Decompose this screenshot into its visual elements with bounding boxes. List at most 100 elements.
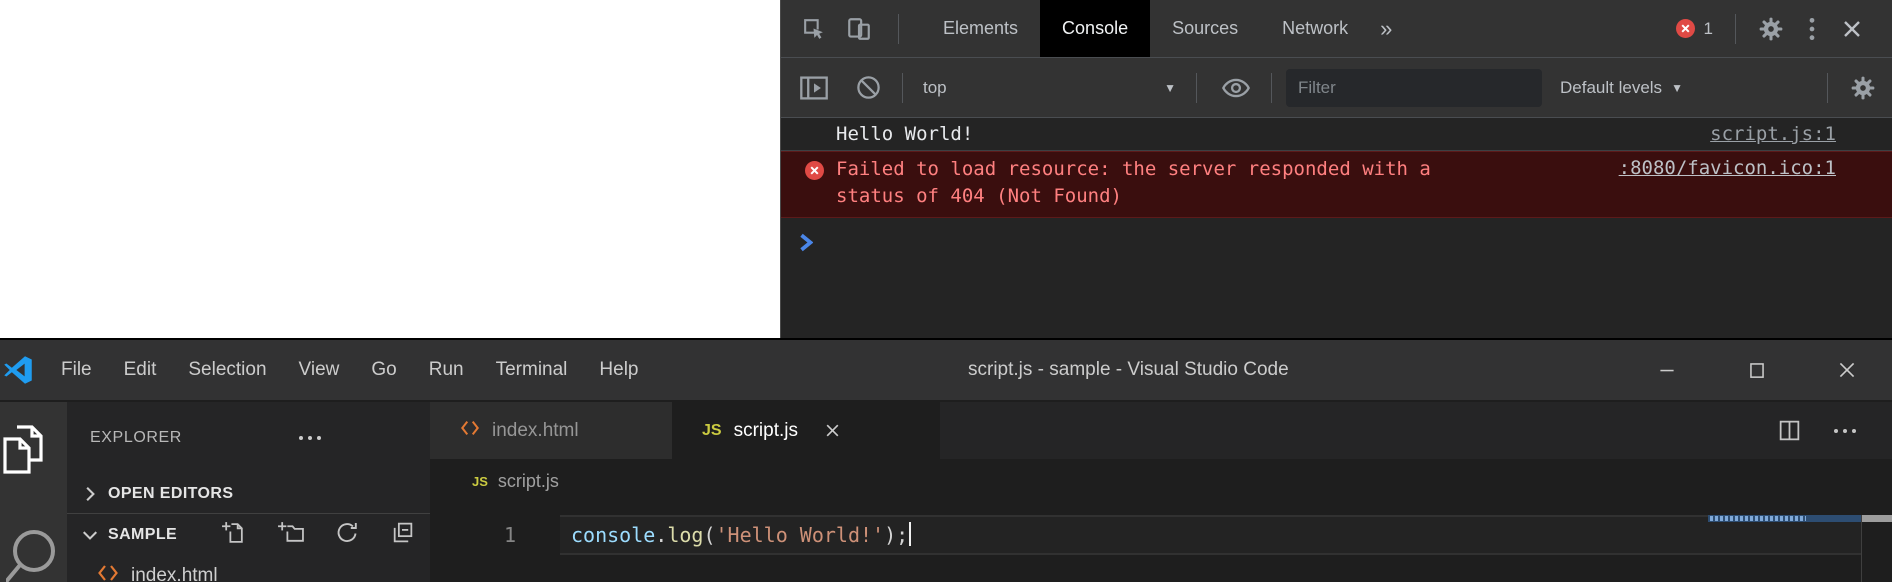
code-token-dot: . <box>655 523 667 547</box>
error-circle-icon <box>805 161 824 180</box>
toolbar-divider <box>898 14 899 44</box>
console-error-message: Failed to load resource: the server resp… <box>781 151 1892 218</box>
menu-selection[interactable]: Selection <box>172 340 282 400</box>
menu-terminal[interactable]: Terminal <box>480 340 584 400</box>
folder-section-label: SAMPLE <box>108 526 177 544</box>
search-icon[interactable] <box>6 527 58 582</box>
console-prompt[interactable] <box>781 218 1892 257</box>
activity-bar <box>0 402 67 582</box>
overview-ruler-cursor-mark[interactable] <box>1862 515 1892 522</box>
vscode-logo-icon <box>3 355 33 385</box>
open-editors-section[interactable]: OPEN EDITORS <box>67 474 430 514</box>
menu-view[interactable]: View <box>283 340 356 400</box>
devtools-tabs: Elements Console Sources Network <box>921 0 1370 57</box>
explorer-more-actions-icon[interactable] <box>297 402 323 474</box>
log-message-text: Hello World! <box>836 123 973 145</box>
minimap-current-line[interactable] <box>1708 515 1861 522</box>
tab-network[interactable]: Network <box>1260 0 1370 57</box>
code-token-semicolon: ; <box>896 523 908 547</box>
editor-tab-bar: index.html JS script.js <box>430 402 1892 459</box>
editor-more-actions-icon[interactable] <box>1832 402 1858 459</box>
explorer-sidebar: EXPLORER OPEN EDITORS <box>67 402 430 582</box>
code-token-string: 'Hello World!' <box>716 523 885 547</box>
code-token-paren: ) <box>884 523 896 547</box>
filter-input[interactable] <box>1286 69 1542 107</box>
line-number-gutter: 1 <box>488 515 516 555</box>
more-tabs-icon[interactable]: » <box>1380 16 1392 42</box>
editor-tab-script-js[interactable]: JS script.js <box>672 402 940 459</box>
minimize-button[interactable] <box>1622 340 1712 400</box>
tab-elements[interactable]: Elements <box>921 0 1040 57</box>
log-source-link[interactable]: script.js:1 <box>1710 123 1836 145</box>
toolbar-divider <box>902 73 903 103</box>
breadcrumb[interactable]: JS script.js <box>430 459 1892 504</box>
close-devtools-icon[interactable] <box>1840 17 1864 41</box>
new-folder-icon[interactable] <box>277 520 304 550</box>
error-source-link[interactable]: :8080/favicon.ico:1 <box>1619 157 1836 179</box>
menu-help[interactable]: Help <box>583 340 654 400</box>
console-settings-gear-icon[interactable] <box>1850 75 1876 101</box>
js-file-icon: JS <box>472 474 488 489</box>
vscode-body: EXPLORER OPEN EDITORS <box>0 402 1892 582</box>
kebab-menu-icon[interactable] <box>1808 16 1816 42</box>
vscode-titlebar: File Edit Selection View Go Run Terminal… <box>0 340 1892 400</box>
chevron-down-icon: ▼ <box>1164 81 1176 95</box>
toolbar-divider <box>1827 73 1828 103</box>
close-window-button[interactable] <box>1802 340 1892 400</box>
clear-console-icon[interactable] <box>855 74 882 101</box>
chevron-down-icon <box>81 528 99 542</box>
menu-file[interactable]: File <box>45 340 108 400</box>
browser-viewport <box>0 0 780 338</box>
tab-console[interactable]: Console <box>1040 0 1150 57</box>
split-editor-icon[interactable] <box>1777 402 1802 459</box>
minimap-divider <box>1861 515 1862 582</box>
error-badge[interactable]: 1 <box>1676 19 1713 39</box>
folder-actions <box>221 520 415 550</box>
toolbar-divider <box>1196 73 1197 103</box>
console-toolbar: top ▼ Default levels ▼ <box>781 58 1892 118</box>
live-expression-eye-icon[interactable] <box>1221 76 1251 100</box>
context-selector-label: top <box>923 78 947 98</box>
refresh-icon[interactable] <box>335 520 359 550</box>
window-title: script.js - sample - Visual Studio Code <box>968 340 1289 400</box>
explorer-files-icon[interactable] <box>0 422 48 483</box>
device-toolbar-icon[interactable] <box>846 16 872 42</box>
menu-bar: File Edit Selection View Go Run Terminal… <box>45 340 655 400</box>
breadcrumb-file-label: script.js <box>498 471 559 492</box>
editor-tab-index-html[interactable]: index.html <box>430 402 672 459</box>
collapse-all-icon[interactable] <box>390 520 415 550</box>
settings-gear-icon[interactable] <box>1758 16 1784 42</box>
html-file-icon <box>460 419 480 443</box>
devtools-tab-bar: Elements Console Sources Network » 1 <box>781 0 1892 58</box>
explorer-header: EXPLORER <box>67 402 430 474</box>
code-line[interactable]: console.log('Hello World!'); <box>571 515 911 555</box>
menu-edit[interactable]: Edit <box>108 340 173 400</box>
screenshot-root: Elements Console Sources Network » 1 <box>0 0 1892 582</box>
html-file-icon <box>97 563 119 582</box>
new-file-icon[interactable] <box>221 520 246 550</box>
js-file-icon: JS <box>702 422 722 440</box>
folder-section[interactable]: SAMPLE <box>67 514 430 556</box>
file-item-label: index.html <box>131 565 218 582</box>
console-log-message: Hello World! script.js:1 <box>781 118 1892 151</box>
tab-sources[interactable]: Sources <box>1150 0 1260 57</box>
prompt-chevron-icon <box>799 233 813 252</box>
code-token-object: console <box>571 523 655 547</box>
file-item-index-html[interactable]: index.html <box>67 556 430 582</box>
console-messages: Hello World! script.js:1 Failed to load … <box>781 118 1892 257</box>
close-tab-icon[interactable] <box>824 422 841 439</box>
tab-label: index.html <box>492 420 579 442</box>
log-levels-selector[interactable]: Default levels ▼ <box>1560 78 1683 98</box>
tab-label: script.js <box>734 420 798 442</box>
toolbar-divider <box>1735 14 1736 44</box>
menu-run[interactable]: Run <box>413 340 480 400</box>
maximize-button[interactable] <box>1712 340 1802 400</box>
context-selector[interactable]: top ▼ <box>923 78 1176 98</box>
minimap-code-marks <box>1710 516 1806 521</box>
toolbar-divider <box>1271 73 1272 103</box>
console-sidebar-toggle-icon[interactable] <box>799 75 829 101</box>
menu-go[interactable]: Go <box>355 340 412 400</box>
inspect-element-icon[interactable] <box>801 16 826 41</box>
explorer-header-label: EXPLORER <box>90 429 182 447</box>
error-message-text: Failed to load resource: the server resp… <box>836 156 1454 210</box>
